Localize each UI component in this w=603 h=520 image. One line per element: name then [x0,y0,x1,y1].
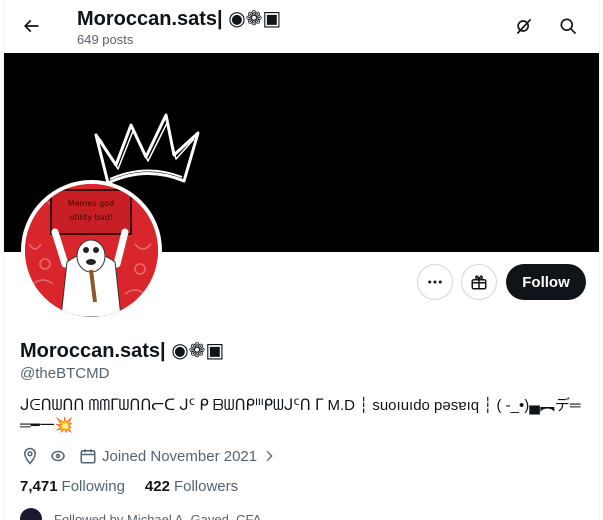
profile-column: Moroccan.sats| ◉❁▣ 649 posts Memes god u… [3,0,600,520]
following-link[interactable]: 7,471 Following [20,478,125,495]
chevron-right-icon [266,450,273,462]
more-button[interactable] [417,264,453,300]
back-button[interactable] [14,9,48,43]
profile-meta: Joined November 2021 [20,446,277,466]
followers-label: Followers [173,478,239,495]
grok-icon [516,18,532,35]
follow-stats: 7,471 Following 422 Followers [20,478,238,495]
sign-text-2: utility bad! [69,213,113,222]
calendar-icon [78,446,98,466]
follower-avatar [20,508,42,520]
arrow-left-icon [23,19,39,33]
profile-name: Moroccan.sats| ◉❁▣ [20,340,225,362]
followers-link[interactable]: 422 Followers [145,478,238,495]
grok-button[interactable] [507,9,541,43]
sign-text-1: Memes god [68,199,114,208]
location-icon [20,446,40,466]
professional-category-icon [48,446,68,466]
posts-count: 649 posts [77,32,134,47]
gift-icon [471,275,487,290]
search-icon [560,18,577,35]
following-count: 7,471 [20,478,58,495]
profile-handle: @theBTCMD [20,365,110,382]
subscribe-gift-button[interactable] [461,264,497,300]
crown-drawing [94,113,200,185]
avatar-art: Memes god utility bad! [25,184,158,317]
followed-by[interactable]: Followed by Michael A. Gayed, CFA [20,508,261,520]
following-label: Following [61,478,125,495]
profile-bio: ᒍᕮᑎᗯᑎᑎ ᗰᗰᒥᗯᑎᑎᓕᑕ ᒍᑦ ᑭ ᗷᗯᑎᑭᑊᑊᑊᑭᗯᒍᑦᑎ ᒥ M.D … [20,397,581,434]
followed-by-text: Followed by Michael A. Gayed, CFA [54,511,262,520]
search-button[interactable] [551,9,585,43]
joined-date-link[interactable]: Joined November 2021 [102,448,277,465]
follow-button[interactable]: Follow [506,264,586,300]
more-icon [428,280,442,284]
top-bar: Moroccan.sats| ◉❁▣ 649 posts [4,0,599,53]
followers-count: 422 [144,478,170,495]
joined-date: Joined November 2021 [102,447,258,465]
avatar[interactable]: Memes god utility bad! [21,180,162,321]
page-title: Moroccan.sats| ◉❁▣ [77,8,282,30]
